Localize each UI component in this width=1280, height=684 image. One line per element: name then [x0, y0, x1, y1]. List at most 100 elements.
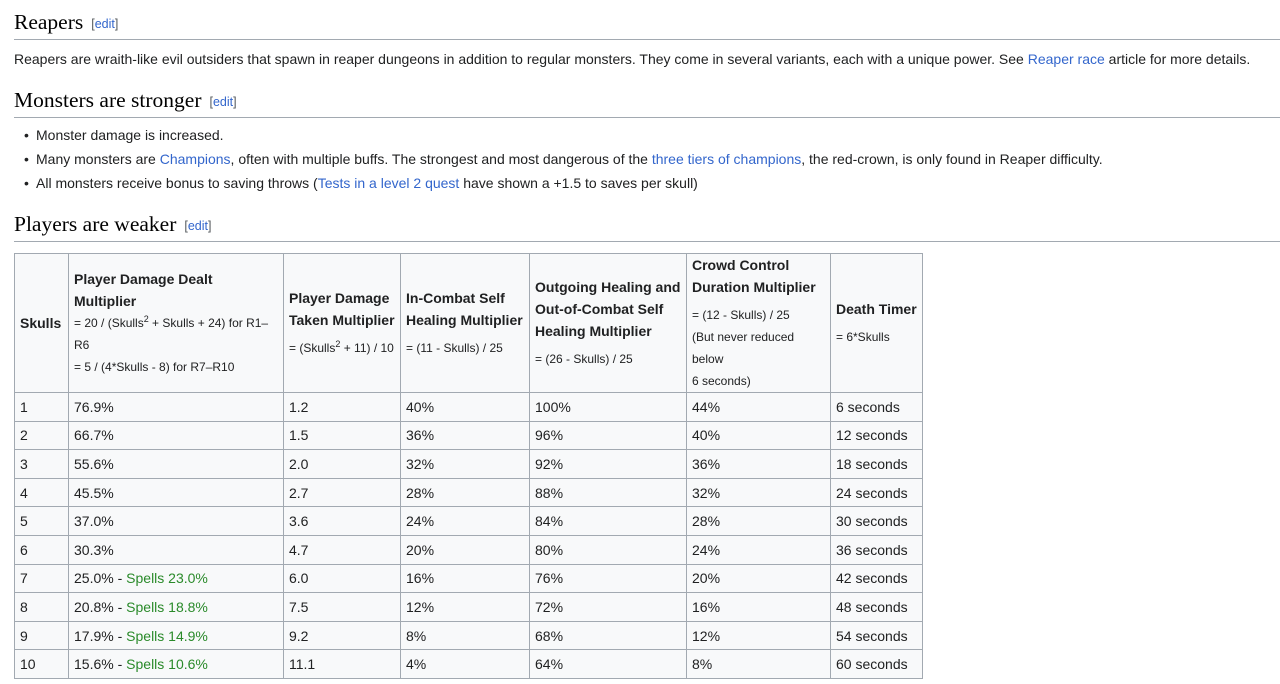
spell-multiplier: Spells 23.0%: [126, 570, 208, 587]
cell-value: 3: [20, 455, 28, 472]
cell-skulls: 10: [14, 649, 69, 679]
champions-link[interactable]: Champions: [160, 151, 231, 167]
cell-value: 40%: [406, 398, 435, 415]
cell-value: 76%: [535, 570, 564, 587]
cell-skulls: 5: [14, 506, 69, 536]
table-row: 4 45.5% 2.7 28% 88% 32% 24 seconds: [14, 477, 923, 508]
formula-text: + 11) / 10: [340, 341, 394, 355]
cell-taken: 1.5: [283, 420, 401, 451]
cell-taken: 6.0: [283, 563, 401, 594]
cell-value: 36%: [406, 427, 435, 444]
edit-link-players[interactable]: edit: [188, 219, 208, 233]
cell-out: 100%: [529, 392, 687, 422]
spell-multiplier: Spells 14.9%: [126, 627, 208, 644]
heading-monsters-text: Monsters are stronger: [14, 88, 202, 112]
cell-heal: 12%: [400, 592, 530, 622]
cell-taken: 2.7: [283, 477, 401, 508]
cell-cc: 24%: [686, 534, 831, 565]
cell-out: 68%: [529, 620, 687, 651]
bullet-text: , the red-crown, is only found in Reaper…: [801, 150, 1103, 167]
cell-taken: 9.2: [283, 620, 401, 651]
cell-value: 60 seconds: [836, 656, 908, 673]
cell-dmg: 66.7%: [68, 420, 284, 451]
cell-value: 44%: [692, 398, 721, 415]
cc-formula-1: = (12 - Skulls) / 25: [692, 308, 790, 322]
table-row: 1 76.9% 1.2 40% 100% 44% 6 seconds: [14, 392, 923, 422]
header-in-combat-healing: In-Combat Self Healing Multiplier = (11 …: [400, 253, 530, 393]
cell-dmg: 55.6%: [68, 449, 284, 479]
cell-value: 92%: [535, 455, 564, 472]
header-cc-title-1: Crowd Control: [692, 257, 790, 273]
cell-dmg: 25.0% - Spells 23.0%: [68, 563, 284, 594]
cell-value: 4%: [406, 656, 427, 673]
cell-death: 30 seconds: [830, 506, 923, 536]
cell-out: 64%: [529, 649, 687, 679]
bullet-text: have shown a +1.5 to saves per skull): [459, 174, 698, 191]
cell-death: 48 seconds: [830, 592, 923, 622]
edit-link-reapers[interactable]: edit: [95, 17, 115, 31]
cell-value: 20%: [406, 541, 435, 558]
cell-death: 36 seconds: [830, 534, 923, 565]
cell-value: 76.9%: [74, 398, 114, 415]
cell-death: 18 seconds: [830, 449, 923, 479]
table-row: 2 66.7% 1.5 36% 96% 40% 12 seconds: [14, 420, 923, 451]
cell-heal: 32%: [400, 449, 530, 479]
cell-value: 45.5%: [74, 484, 114, 501]
cell-value: 55.6%: [74, 455, 114, 472]
cell-skulls: 7: [14, 563, 69, 594]
cell-value: 24 seconds: [836, 484, 908, 501]
spell-multiplier: Spells 18.8%: [126, 598, 208, 615]
cell-out: 96%: [529, 420, 687, 451]
cell-value: 16%: [406, 570, 435, 587]
cell-cc: 12%: [686, 620, 831, 651]
edit-link-monsters[interactable]: edit: [213, 95, 233, 109]
cell-cc: 40%: [686, 420, 831, 451]
cell-value: 6: [20, 541, 28, 558]
reaper-race-link[interactable]: Reaper race: [1028, 51, 1105, 67]
cell-value: 4.7: [289, 541, 309, 558]
table-row: 6 30.3% 4.7 20% 80% 24% 36 seconds: [14, 534, 923, 565]
header-out-title-2: Out-of-Combat Self: [535, 301, 664, 317]
cell-value: 72%: [535, 598, 564, 615]
cell-value: 9.2: [289, 627, 309, 644]
edit-bracket: [edit]: [184, 219, 212, 233]
list-item: All monsters receive bonus to saving thr…: [24, 171, 1280, 195]
cell-cc: 8%: [686, 649, 831, 679]
list-item: Monster damage is increased.: [24, 123, 1280, 147]
cell-taken: 1.2: [283, 392, 401, 422]
cell-value: 3.6: [289, 513, 309, 530]
cell-dmg: 76.9%: [68, 392, 284, 422]
cell-value: 6.0: [289, 570, 309, 587]
bullet-text: Many monsters are: [36, 150, 160, 167]
cell-value: 68%: [535, 627, 564, 644]
cell-value: 8%: [692, 656, 713, 673]
cell-dmg: 30.3%: [68, 534, 284, 565]
taken-formula: = (Skulls2 + 11) / 10: [289, 337, 395, 359]
reapers-text-2: article for more details.: [1104, 50, 1251, 67]
cell-taken: 3.6: [283, 506, 401, 536]
cell-death: 60 seconds: [830, 649, 923, 679]
tests-quest-link[interactable]: Tests in a level 2 quest: [318, 175, 460, 191]
header-damage-dealt-title: Player Damage Dealt Multiplier: [74, 271, 213, 309]
cell-value: 5: [20, 513, 28, 530]
cell-value: 30.3%: [74, 541, 114, 558]
cell-value: 30 seconds: [836, 513, 908, 530]
cell-skulls: 6: [14, 534, 69, 565]
cell-value: 84%: [535, 513, 564, 530]
table-row: 8 20.8% - Spells 18.8% 7.5 12% 72% 16% 48 seco…: [14, 592, 923, 622]
cell-value: 28%: [406, 484, 435, 501]
cell-heal: 16%: [400, 563, 530, 594]
edit-bracket: [edit]: [209, 95, 237, 109]
heading-reapers-text: Reapers: [14, 10, 84, 34]
cell-skulls: 1: [14, 392, 69, 422]
cell-value: 1: [20, 398, 28, 415]
cell-value: 1.5: [289, 427, 309, 444]
three-tiers-link[interactable]: three tiers of champions: [652, 151, 801, 167]
out-formula: = (26 - Skulls) / 25: [535, 352, 633, 366]
section-players: Players are weaker [edit]: [14, 212, 1280, 242]
section-monsters: Monsters are stronger [edit] Monster dama…: [14, 88, 1280, 195]
cell-dmg: 37.0%: [68, 506, 284, 536]
table-row: 7 25.0% - Spells 23.0% 6.0 16% 76% 20% 42 seco…: [14, 563, 923, 594]
cell-skulls: 4: [14, 477, 69, 508]
cell-out: 80%: [529, 534, 687, 565]
